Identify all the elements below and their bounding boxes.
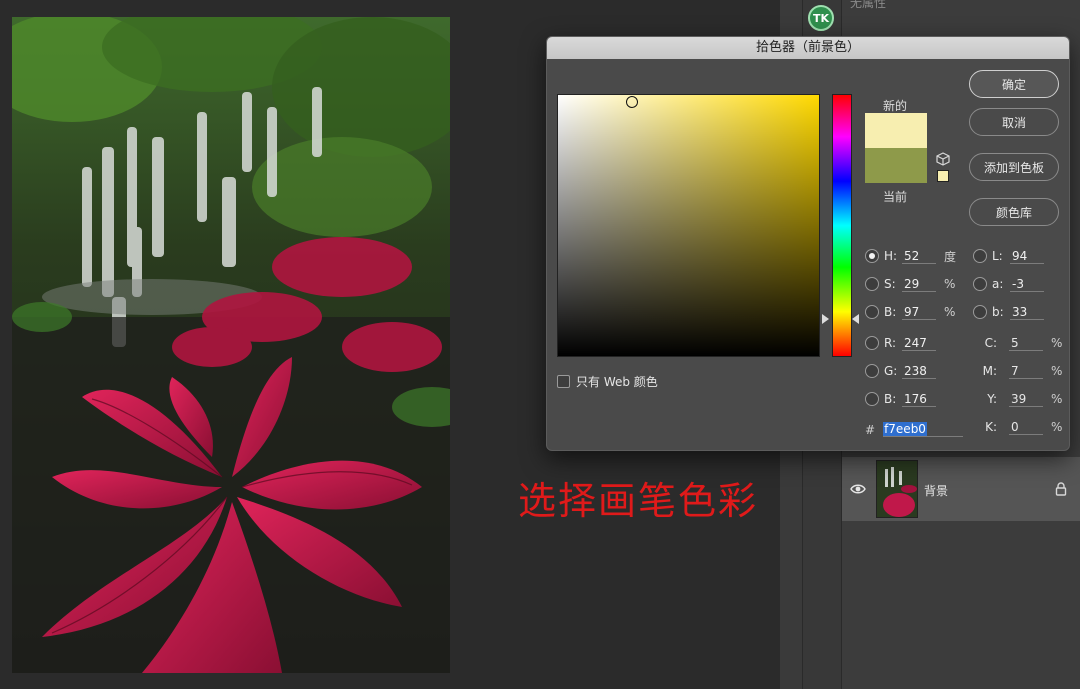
lab-b-input[interactable]: 33 — [1010, 305, 1044, 320]
web-safe-color-swatch[interactable] — [937, 170, 949, 182]
brightness-radio[interactable] — [865, 305, 879, 319]
saturation-field-row[interactable]: S: 29 % — [865, 275, 958, 293]
hex-input[interactable]: f7eeb0 — [883, 422, 964, 437]
lab-a-input[interactable]: -3 — [1010, 277, 1044, 292]
black-field-row[interactable]: K: 0 % — [973, 418, 1062, 436]
green-input[interactable]: 238 — [902, 364, 936, 379]
brightness-unit: % — [944, 305, 956, 319]
color-picker-dialog: 拾色器（前景色） 只有 Web 颜色 新的 当前 确定 取消 添加到色板 颜色库… — [546, 36, 1070, 451]
current-color-swatch[interactable] — [865, 148, 927, 183]
black-input[interactable]: 0 — [1009, 420, 1043, 435]
lab-l-input[interactable]: 94 — [1010, 249, 1044, 264]
yellow-input[interactable]: 39 — [1009, 392, 1043, 407]
hue-field-row[interactable]: H: 52 度 — [865, 247, 958, 265]
hue-label: H: — [884, 249, 898, 263]
blue-input[interactable]: 176 — [902, 392, 936, 407]
yellow-label: Y: — [987, 392, 997, 406]
saturation-radio[interactable] — [865, 277, 879, 291]
color-libraries-button[interactable]: 颜色库 — [969, 198, 1059, 226]
color-cursor[interactable] — [626, 96, 638, 108]
layer-thumbnail — [876, 460, 918, 518]
lock-icon[interactable] — [1054, 481, 1068, 497]
web-colors-only-option[interactable]: 只有 Web 颜色 — [557, 373, 658, 390]
red-radio[interactable] — [865, 336, 879, 350]
new-color-label: 新的 — [883, 99, 908, 113]
new-color-swatch — [865, 113, 927, 148]
black-unit: % — [1051, 420, 1063, 434]
hex-field-row[interactable]: # f7eeb0 — [865, 422, 964, 437]
saturation-unit: % — [944, 277, 956, 291]
black-label: K: — [985, 420, 997, 434]
lab-l-label: L: — [992, 249, 1003, 263]
magenta-unit: % — [1051, 364, 1063, 378]
cyan-label: C: — [984, 336, 997, 350]
lab-b-field-row[interactable]: b: 33 — [973, 303, 1044, 321]
waterfall-photo — [12, 17, 450, 673]
tk-plugin-icon[interactable]: TK — [808, 5, 834, 31]
red-field-row[interactable]: R: 247 — [865, 334, 936, 352]
properties-text: 无属性 — [850, 0, 887, 10]
magenta-field-row[interactable]: M: 7 % — [973, 362, 1062, 380]
saturation-label: S: — [884, 277, 896, 291]
saturation-input[interactable]: 29 — [902, 277, 936, 292]
blue-radio[interactable] — [865, 392, 879, 406]
current-color-label: 当前 — [883, 190, 908, 204]
layer-name: 背景 — [924, 484, 949, 498]
lab-a-field-row[interactable]: a: -3 — [973, 275, 1044, 293]
cyan-input[interactable]: 5 — [1009, 336, 1043, 351]
cancel-button[interactable]: 取消 — [969, 108, 1059, 136]
hue-slider-right-arrow-icon[interactable] — [852, 314, 859, 324]
green-field-row[interactable]: G: 238 — [865, 362, 936, 380]
hue-unit: 度 — [944, 249, 957, 264]
waterfall-photo-illustration — [12, 17, 450, 673]
photoshop-window: TK 无属性 背景 选择画笔色彩 拾色器（前景色） 只有 Web 颜色 新的 当… — [0, 0, 1080, 689]
dialog-title: 拾色器（前景色） — [547, 37, 1069, 59]
hue-radio[interactable] — [865, 249, 879, 263]
visibility-eye-icon[interactable] — [850, 481, 866, 497]
brightness-input[interactable]: 97 — [902, 305, 936, 320]
web-colors-checkbox[interactable] — [557, 375, 570, 388]
layer-row-background[interactable]: 背景 — [842, 457, 1080, 521]
hue-slider-left-arrow-icon[interactable] — [822, 314, 829, 324]
cyan-unit: % — [1051, 336, 1063, 350]
lab-a-label: a: — [992, 277, 1004, 291]
cyan-field-row[interactable]: C: 5 % — [973, 334, 1062, 352]
hex-value-selected[interactable]: f7eeb0 — [883, 422, 927, 436]
brightness-label: B: — [884, 305, 897, 319]
lab-a-radio[interactable] — [973, 277, 987, 291]
red-input[interactable]: 247 — [902, 336, 936, 351]
web-colors-label: 只有 Web 颜色 — [576, 375, 658, 389]
lab-l-field-row[interactable]: L: 94 — [973, 247, 1044, 265]
magenta-label: M: — [982, 364, 997, 378]
green-radio[interactable] — [865, 364, 879, 378]
magenta-input[interactable]: 7 — [1009, 364, 1043, 379]
lab-l-radio[interactable] — [973, 249, 987, 263]
green-label: G: — [884, 364, 898, 378]
yellow-field-row[interactable]: Y: 39 % — [973, 390, 1062, 408]
out-of-web-gamut-cube-icon[interactable] — [936, 152, 950, 166]
blue-label: B: — [884, 392, 897, 406]
annotation-text: 选择画笔色彩 — [518, 479, 759, 523]
red-label: R: — [884, 336, 897, 350]
yellow-unit: % — [1051, 392, 1063, 406]
ok-button[interactable]: 确定 — [969, 70, 1059, 98]
hex-prefix: # — [865, 422, 876, 437]
brightness-field-row[interactable]: B: 97 % — [865, 303, 958, 321]
blue-field-row[interactable]: B: 176 — [865, 390, 936, 408]
add-to-swatches-button[interactable]: 添加到色板 — [969, 153, 1059, 181]
lab-b-label: b: — [992, 305, 1004, 319]
saturation-brightness-field[interactable] — [557, 94, 820, 357]
lab-b-radio[interactable] — [973, 305, 987, 319]
hue-input[interactable]: 52 — [902, 249, 936, 264]
hue-slider[interactable] — [832, 94, 852, 357]
